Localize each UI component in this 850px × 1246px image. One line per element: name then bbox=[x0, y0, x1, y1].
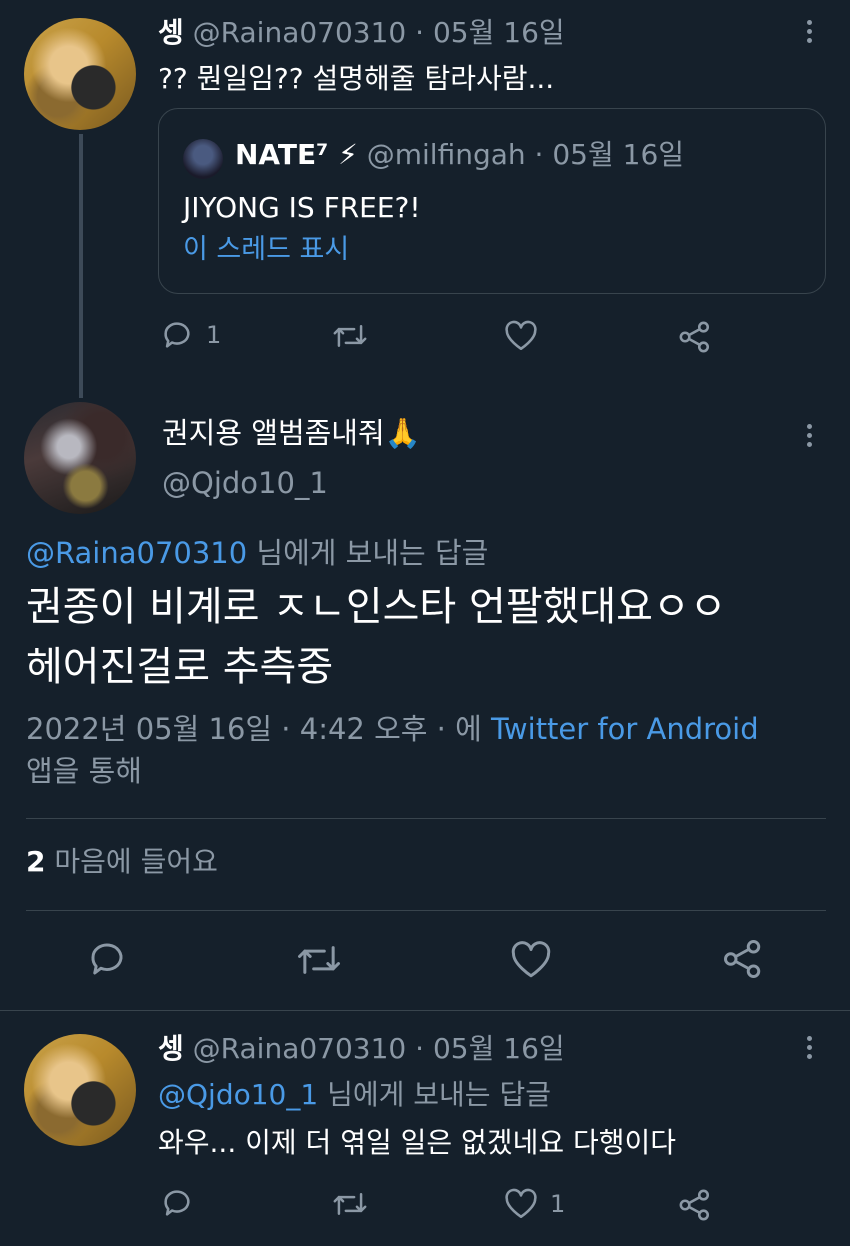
tweet-date[interactable]: 05월 16일 bbox=[433, 1032, 565, 1065]
reply-to-suffix: 님에게 보내는 답글 bbox=[256, 536, 489, 570]
share-icon bbox=[679, 321, 710, 353]
retweet-icon bbox=[333, 325, 367, 347]
quote-display-name: NATE⁷ ⚡ bbox=[235, 138, 358, 171]
reply-to-handle[interactable]: @Qjdo10_1 bbox=[158, 1078, 318, 1111]
reply-button[interactable] bbox=[86, 938, 128, 980]
reply-context: @Qjdo10_1 님에게 보내는 답글 bbox=[158, 1078, 551, 1112]
reply-count: 1 bbox=[206, 321, 222, 349]
handle[interactable]: @Qjdo10_1 bbox=[162, 466, 328, 500]
retweet-icon bbox=[298, 946, 340, 974]
heart-icon bbox=[505, 1188, 537, 1219]
tweet-text: ?? 뭔일임?? 설명해줄 탐라사람... bbox=[158, 62, 555, 95]
reply-context: @Raina070310 님에게 보내는 답글 bbox=[26, 532, 488, 574]
heart-icon bbox=[505, 320, 537, 351]
more-icon[interactable] bbox=[805, 20, 813, 46]
share-icon bbox=[679, 1189, 710, 1221]
quote-text: JIYONG IS FREE?! bbox=[183, 191, 421, 224]
share-button[interactable] bbox=[722, 938, 764, 980]
thread-connector-line bbox=[79, 134, 83, 398]
tweet-timestamp-row: 2022년 05월 16일 · 4:42 오후 · 에 Twitter for … bbox=[26, 708, 759, 750]
like-button[interactable] bbox=[504, 320, 538, 352]
like-button[interactable]: 1 bbox=[504, 1188, 565, 1220]
tweet-text-line2: 헤어진걸로 추측중 bbox=[26, 644, 334, 690]
tweet-date[interactable]: 05월 16일 bbox=[433, 16, 565, 49]
avatar[interactable] bbox=[24, 402, 136, 514]
like-count: 2 bbox=[26, 845, 46, 878]
divider bbox=[26, 818, 826, 819]
more-icon[interactable] bbox=[805, 424, 813, 450]
quote-date: 05월 16일 bbox=[552, 138, 685, 171]
source-suffix: 앱을 통해 bbox=[26, 754, 142, 788]
heart-icon bbox=[511, 941, 551, 978]
tweet-source[interactable]: Twitter for Android bbox=[491, 712, 759, 746]
like-label: 마음에 들어요 bbox=[54, 845, 218, 878]
retweet-button[interactable] bbox=[332, 1188, 368, 1220]
retweet-button[interactable] bbox=[332, 320, 368, 352]
share-button[interactable] bbox=[678, 1188, 712, 1222]
divider bbox=[0, 1010, 850, 1011]
reply-button[interactable]: 1 bbox=[160, 318, 221, 352]
separator: · bbox=[415, 16, 425, 49]
display-name[interactable]: 셍 bbox=[158, 1032, 184, 1065]
reply-to-handle[interactable]: @Raina070310 bbox=[26, 536, 247, 570]
reply-to-suffix: 님에게 보내는 답글 bbox=[327, 1078, 551, 1111]
reply-icon bbox=[91, 943, 123, 975]
like-count: 1 bbox=[550, 1190, 566, 1218]
avatar[interactable] bbox=[24, 1034, 136, 1146]
avatar[interactable] bbox=[24, 18, 136, 130]
tweet-text: 와우... 이제 더 엮일 일은 없겠네요 다행이다 bbox=[158, 1126, 677, 1159]
show-thread-link[interactable]: 이 스레드 표시 bbox=[183, 233, 349, 267]
tweet-thread-page: 셍 @Raina070310 · 05월 16일 ?? 뭔일임?? 설명해줄 탐… bbox=[0, 0, 850, 1246]
share-button[interactable] bbox=[678, 320, 712, 354]
quote-avatar bbox=[183, 139, 223, 179]
reply-icon bbox=[164, 1190, 190, 1216]
like-button[interactable] bbox=[510, 940, 552, 980]
more-icon[interactable] bbox=[805, 1036, 813, 1062]
retweet-button[interactable] bbox=[296, 940, 342, 980]
display-name[interactable]: 권지용 앨범좀내줘🙏 bbox=[162, 416, 421, 450]
divider bbox=[26, 910, 826, 911]
like-stats[interactable]: 2 마음에 들어요 bbox=[26, 842, 218, 882]
quote-tweet-card[interactable]: NATE⁷ ⚡ @milfingah · 05월 16일 JIYONG IS F… bbox=[158, 108, 826, 294]
handle[interactable]: @Raina070310 bbox=[193, 1032, 407, 1065]
reply-button[interactable] bbox=[160, 1186, 194, 1220]
reply-icon bbox=[164, 322, 190, 348]
retweet-icon bbox=[333, 1193, 367, 1215]
quote-handle: @milfingah bbox=[366, 138, 526, 171]
quote-header: NATE⁷ ⚡ @milfingah · 05월 16일 bbox=[235, 137, 684, 173]
display-name[interactable]: 셍 bbox=[158, 16, 184, 49]
separator: · bbox=[415, 1032, 425, 1065]
tweet-timestamp[interactable]: 2022년 05월 16일 · 4:42 오후 · 에 bbox=[26, 712, 482, 746]
tweet-text-line1: 권종이 비계로 ㅈㄴ인스타 언팔했대요ㅇㅇ bbox=[26, 584, 727, 630]
tweet-header: 셍 @Raina070310 · 05월 16일 bbox=[158, 16, 565, 50]
separator: · bbox=[534, 138, 544, 171]
tweet-header: 셍 @Raina070310 · 05월 16일 bbox=[158, 1032, 565, 1066]
handle[interactable]: @Raina070310 bbox=[193, 16, 407, 49]
share-icon bbox=[724, 940, 761, 978]
